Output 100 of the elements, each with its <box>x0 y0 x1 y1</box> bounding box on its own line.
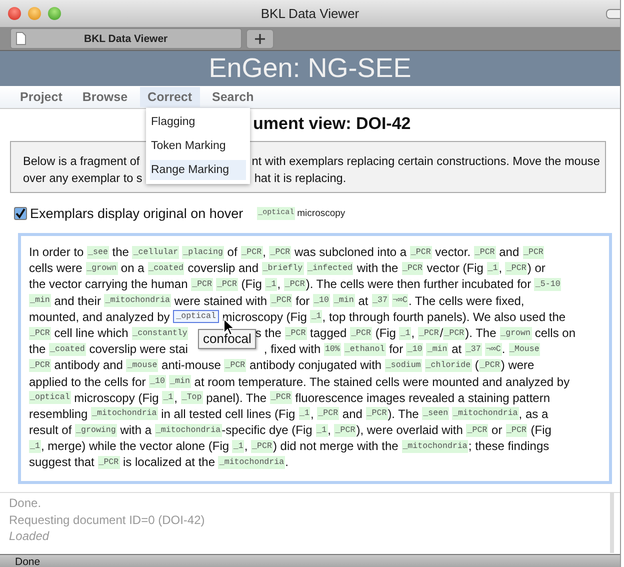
exemplar-token[interactable]: _min <box>332 294 355 308</box>
exemplar-token[interactable]: _PCR <box>29 358 51 372</box>
exemplar-token[interactable]: _mitochondria <box>402 440 468 453</box>
paragraph-text: ; these findings <box>468 438 550 454</box>
exemplar-token[interactable]: _grown <box>86 262 118 275</box>
exemplar-token[interactable]: _mitochondria <box>452 407 519 420</box>
nav-menu-item[interactable]: Project <box>12 87 70 107</box>
exemplar-token[interactable]: _cellular <box>132 246 180 259</box>
exemplar-token[interactable]: _1 <box>310 310 322 324</box>
exemplar-token[interactable]: ¬∞C <box>484 342 502 356</box>
log-line: Loaded <box>9 528 50 544</box>
browser-tab[interactable]: BKL Data Viewer <box>10 28 242 49</box>
exemplar-token[interactable]: _10 <box>149 375 166 388</box>
exemplar-token[interactable]: _PCR <box>443 326 466 340</box>
new-tab-icon[interactable] <box>246 28 274 48</box>
paragraph-text: and <box>498 244 520 260</box>
nav-menu-item[interactable]: Search <box>204 87 262 107</box>
exemplar-token[interactable]: _PCR <box>334 424 356 437</box>
exemplar-token[interactable]: _PCR <box>270 391 292 404</box>
exemplar-token[interactable]: _PCR <box>269 246 292 259</box>
exemplar-token[interactable]: _PCR <box>478 358 501 372</box>
zoom-icon[interactable] <box>48 7 61 20</box>
exemplar-token[interactable]: _mouse <box>126 358 158 372</box>
paragraph-text: the <box>29 341 47 358</box>
exemplar-token[interactable]: _PCR <box>29 326 51 340</box>
exemplar-token[interactable]: _10 <box>406 342 424 356</box>
exemplar-token[interactable]: _optical <box>29 391 71 404</box>
close-icon[interactable] <box>8 7 21 20</box>
exemplar-token[interactable]: _PCR <box>410 246 432 259</box>
toolbar-toggle-icon[interactable] <box>606 9 620 19</box>
exemplar-token[interactable]: 10% <box>324 342 341 356</box>
exemplar-token[interactable]: _ethanol <box>344 342 386 356</box>
exemplar-token[interactable]: _1 <box>399 326 412 340</box>
exemplar-token[interactable]: _mitochondria <box>91 407 158 420</box>
checkbox[interactable] <box>14 206 27 220</box>
exemplar-token[interactable]: _min <box>29 294 51 308</box>
exemplar-token[interactable]: _PCR <box>284 326 307 340</box>
exemplar-token[interactable]: _mitochondria <box>218 456 286 470</box>
exemplar-token[interactable]: _see <box>87 246 109 259</box>
exemplar-token[interactable]: _1 <box>29 440 41 453</box>
exemplar-token[interactable]: _PCR <box>418 326 440 340</box>
exemplar-token[interactable]: _PCR <box>366 407 388 420</box>
exemplar-token[interactable]: _PCR <box>216 278 238 291</box>
exemplar-token[interactable]: _PCR <box>402 262 424 275</box>
exemplar-token[interactable]: ¬∞C <box>392 294 408 308</box>
exemplar-token[interactable]: _PCR <box>251 440 273 453</box>
exemplar-token[interactable]: _coated <box>49 342 86 356</box>
exemplar-token[interactable]: _grown <box>500 326 532 340</box>
exemplar-token[interactable]: _37 <box>464 342 482 356</box>
exemplar-token[interactable]: _PCR <box>522 246 544 259</box>
exemplar-token[interactable]: _mitochondria <box>104 294 172 308</box>
exemplar-token[interactable]: _PCR <box>466 424 488 437</box>
exemplar-token[interactable]: _mitochondria <box>154 424 222 437</box>
exemplar-token[interactable]: _10 <box>313 294 330 308</box>
exemplar-token[interactable]: _Mouse <box>508 342 540 356</box>
nav-menu-item[interactable]: Browse <box>74 87 136 107</box>
exemplar-token[interactable]: _sodium <box>384 358 422 372</box>
exemplar-token[interactable]: _PCR <box>191 278 214 291</box>
info-text: hat it is replacing. <box>254 170 346 187</box>
exemplar-token[interactable]: _37 <box>372 294 388 308</box>
exemplar-token[interactable]: _PCR <box>505 262 528 275</box>
exemplar-token[interactable]: _PCR <box>350 326 372 340</box>
exemplar-token[interactable]: _briefly <box>262 262 304 275</box>
exemplar-token[interactable]: _1 <box>265 278 278 291</box>
exemplar-token[interactable]: _chloride <box>424 358 472 372</box>
exemplar-token[interactable]: _PCR <box>224 358 246 372</box>
exemplar-token[interactable]: _1 <box>298 407 310 420</box>
exemplar-token[interactable]: _Top <box>180 391 203 404</box>
exemplar-token[interactable]: _PCR <box>506 424 528 437</box>
nav-menu-item[interactable]: Correct <box>140 87 200 107</box>
exemplar-token[interactable]: _1 <box>232 440 244 453</box>
exemplar-token[interactable]: _constantly <box>132 326 188 340</box>
status-text: Done <box>15 555 42 567</box>
paragraph-text: cell line which <box>53 324 130 342</box>
paragraph-text: ) did not merge with the <box>272 438 400 454</box>
menu-item[interactable]: Token Marking <box>150 136 246 156</box>
exemplar-token[interactable]: _infected <box>306 262 354 275</box>
exemplar-token[interactable]: _PCR <box>270 294 292 308</box>
paragraph-text: fluorescence images revealed a staining pattern <box>294 390 550 406</box>
exemplar-token[interactable]: _PCR <box>284 278 306 291</box>
exemplar-token[interactable]: _coated <box>148 262 184 275</box>
exemplar-token[interactable]: _PCR <box>240 246 263 259</box>
paragraph-text: and their <box>53 292 102 309</box>
exemplar-token[interactable]: _optical <box>173 310 219 324</box>
menu-item[interactable]: Range Marking <box>150 160 246 180</box>
exemplar-token[interactable]: _min <box>169 375 191 388</box>
exemplar-token[interactable]: _PCR <box>98 456 120 470</box>
exemplar-token[interactable]: _min <box>426 342 448 356</box>
exemplar-token[interactable]: _1 <box>486 262 499 275</box>
menu-item[interactable]: Flagging <box>150 112 246 132</box>
exemplar-token[interactable]: _1 <box>162 391 174 404</box>
exemplar-token[interactable]: _5-10 <box>534 278 562 291</box>
exemplar-token[interactable]: _PCR <box>317 407 340 420</box>
exemplar-token[interactable]: _growing <box>75 424 117 437</box>
exemplar-token[interactable]: _placing <box>182 246 224 259</box>
paragraph-text: for <box>294 292 311 309</box>
exemplar-token[interactable]: _PCR <box>474 246 496 259</box>
exemplar-token[interactable]: _1 <box>316 424 328 437</box>
exemplar-token[interactable]: _seen <box>422 407 450 420</box>
minimize-icon[interactable] <box>28 7 41 20</box>
